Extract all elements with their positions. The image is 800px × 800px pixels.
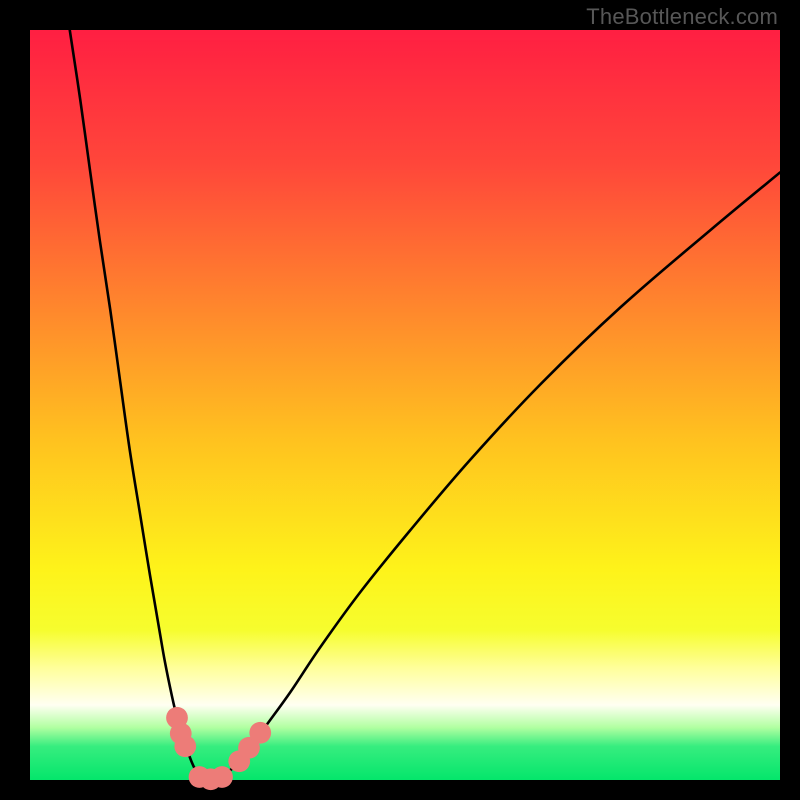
watermark-text: TheBottleneck.com — [586, 4, 778, 30]
data-marker — [174, 735, 196, 757]
data-marker — [211, 766, 233, 788]
plot-background — [30, 30, 780, 780]
bottleneck-chart — [0, 0, 800, 800]
chart-frame: TheBottleneck.com — [0, 0, 800, 800]
data-marker — [249, 722, 271, 744]
